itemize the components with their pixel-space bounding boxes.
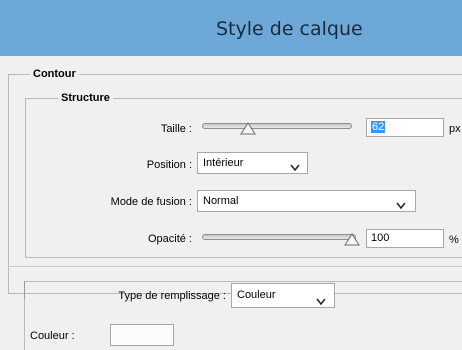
opacity-value: 100: [371, 232, 390, 244]
opacity-unit: %: [449, 234, 459, 246]
window-title: Style de calque: [216, 18, 363, 40]
fill-type-select[interactable]: Couleur: [231, 283, 335, 308]
size-input[interactable]: 62: [366, 118, 444, 137]
size-slider-thumb-icon[interactable]: [240, 122, 256, 135]
opacity-slider[interactable]: [202, 234, 356, 240]
chevron-down-icon: [290, 159, 300, 179]
size-slider[interactable]: [202, 123, 352, 129]
size-value: 62: [371, 121, 386, 133]
color-swatch[interactable]: [110, 324, 174, 346]
contour-panel: Contour Structure Taille : 62 px Positio…: [0, 56, 462, 350]
opacity-label: Opacité :: [147, 233, 192, 245]
position-value: Intérieur: [203, 157, 244, 169]
blend-mode-select[interactable]: Normal: [197, 190, 416, 212]
chevron-down-icon: [316, 292, 326, 315]
position-select[interactable]: Intérieur: [197, 152, 308, 174]
fill-type-label: Type de remplissage :: [118, 290, 226, 302]
blend-mode-value: Normal: [203, 195, 239, 207]
structure-legend: Structure: [58, 92, 113, 105]
contour-legend: Contour: [30, 68, 79, 81]
separator: [8, 266, 462, 267]
title-bar: Style de calque: [0, 0, 462, 56]
blend-mode-label: Mode de fusion :: [110, 196, 192, 208]
opacity-slider-thumb-icon[interactable]: [344, 233, 360, 246]
size-label: Taille :: [160, 123, 192, 135]
opacity-input[interactable]: 100: [366, 229, 444, 248]
size-unit: px: [449, 123, 461, 135]
fill-type-value: Couleur: [237, 289, 276, 301]
chevron-down-icon: [396, 197, 406, 217]
fill-group-edge: [24, 281, 25, 299]
color-label: Couleur :: [30, 330, 75, 342]
position-label: Position :: [146, 159, 192, 171]
